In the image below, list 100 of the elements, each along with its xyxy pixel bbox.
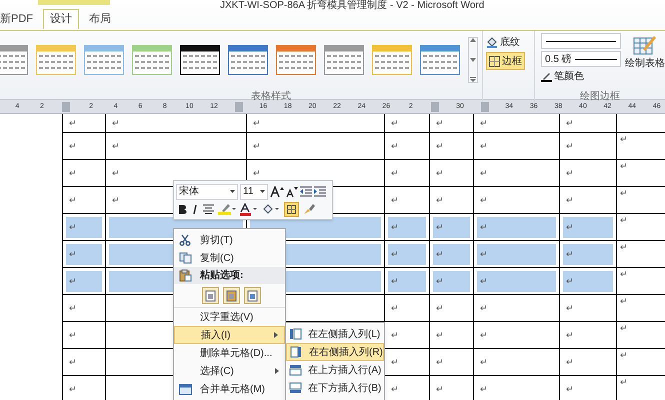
line-weight-dropdown[interactable]: 0.5 磅 <box>541 51 621 67</box>
grow-font-icon[interactable] <box>270 186 284 198</box>
row-end-mark: ↵ <box>620 351 628 362</box>
paragraph-mark: ↵ <box>436 168 444 178</box>
paste-option-button[interactable] <box>244 287 261 304</box>
menu-item[interactable]: 剪切(T) <box>174 231 285 249</box>
bold-icon[interactable] <box>178 204 187 214</box>
ribbon-tab[interactable]: 新PDF <box>0 9 39 29</box>
ribbon-tab[interactable]: 设计 <box>43 9 79 29</box>
paragraph-mark: ↵ <box>112 168 120 178</box>
paragraph-mark: ↵ <box>69 142 77 150</box>
table-style-thumbnail[interactable] <box>0 45 28 75</box>
paragraph-mark: ↵ <box>69 168 77 178</box>
format-painter-icon[interactable] <box>303 203 315 215</box>
table-style-thumbnail[interactable] <box>84 45 124 75</box>
paragraph-mark: ↵ <box>566 196 574 204</box>
menu-item[interactable]: 复制(C) <box>174 249 285 267</box>
font-color-icon[interactable] <box>240 202 258 216</box>
ribbon-tab[interactable]: 布局 <box>83 9 117 29</box>
ruler-marker[interactable] <box>62 102 70 112</box>
table-style-thumbnail[interactable] <box>276 45 316 75</box>
paragraph-mark: ↵ <box>391 196 399 204</box>
submenu-arrow-icon <box>274 332 278 338</box>
paragraph-mark: ↵ <box>436 118 444 128</box>
paragraph-mark: ↵ <box>69 384 77 394</box>
increase-indent-icon[interactable] <box>314 186 326 198</box>
paragraph-mark: ↵ <box>480 304 488 312</box>
center-align-icon[interactable] <box>203 204 214 214</box>
paragraph-mark: ↵ <box>480 168 488 178</box>
menu-item[interactable]: 选择(C) <box>174 362 285 380</box>
borders-toggle[interactable] <box>284 202 299 216</box>
table-style-thumbnail[interactable] <box>180 45 220 75</box>
pen-color-button[interactable]: 笔颜色 <box>541 69 621 83</box>
paragraph-mark: ↵ <box>112 196 120 204</box>
table-style-thumbnail[interactable] <box>228 45 268 75</box>
draw-table-button[interactable]: 绘制表格 <box>625 31 665 83</box>
dropdown-arrow-icon <box>230 190 235 193</box>
paragraph-mark: ↵ <box>69 330 77 340</box>
paragraph-mark: ↵ <box>566 358 574 366</box>
paste-option-button[interactable] <box>202 287 219 304</box>
group-label: 绘图边框 <box>580 91 620 102</box>
paste-options-header: 粘贴选项: <box>198 268 244 283</box>
contextual-tab-header <box>38 0 110 5</box>
paragraph-mark: ↵ <box>566 330 574 340</box>
border-icon <box>287 204 296 214</box>
paste-option-button[interactable] <box>223 287 240 304</box>
menu-item[interactable]: 在左侧插入列(L) <box>286 325 384 343</box>
paragraph-mark: ↵ <box>69 304 77 312</box>
menu-item[interactable]: 汉字重选(V) <box>174 308 285 326</box>
paragraph-mark: ↵ <box>436 196 444 204</box>
shading-icon[interactable] <box>262 203 280 215</box>
paragraph-mark: ↵ <box>566 250 574 258</box>
ruler-marker[interactable] <box>480 102 489 112</box>
shading-button[interactable]: 底纹 <box>486 34 520 50</box>
gallery-scroll[interactable] <box>468 37 478 83</box>
insert-column-right-icon <box>290 346 303 358</box>
paragraph-mark: ↵ <box>566 384 574 394</box>
paragraph-mark: ↵ <box>391 330 399 340</box>
border-button[interactable]: 边框 <box>486 52 526 70</box>
ruler-marker[interactable] <box>431 102 440 112</box>
decrease-indent-icon[interactable] <box>300 186 312 198</box>
paragraph-mark: ↵ <box>436 330 444 340</box>
menu-item[interactable]: 删除单元格(D)... <box>174 344 285 362</box>
paragraph-mark: ↵ <box>69 276 77 286</box>
menu-item[interactable]: 在下方插入行(B) <box>286 379 384 397</box>
scroll-down-icon <box>470 58 476 62</box>
paragraph-mark: ↵ <box>69 118 77 128</box>
paragraph-mark: ↵ <box>112 118 120 128</box>
paragraph-mark: ↵ <box>112 142 120 150</box>
font-dropdown[interactable]: 宋体 <box>176 184 238 200</box>
font-size-dropdown[interactable]: 11 <box>240 184 268 200</box>
paragraph-mark: ↵ <box>391 142 399 150</box>
scissors-icon <box>179 234 191 246</box>
line-style-dropdown[interactable] <box>541 33 621 49</box>
paragraph-mark: ↵ <box>436 384 444 394</box>
insert-row-above-icon <box>289 364 302 376</box>
row-end-mark: ↵ <box>620 216 628 227</box>
paint-bucket-icon <box>486 36 498 48</box>
row-end-mark: ↵ <box>620 270 628 281</box>
table-style-thumbnail[interactable] <box>420 45 460 75</box>
paragraph-mark: ↵ <box>436 222 444 232</box>
paragraph-mark: ↵ <box>391 222 399 232</box>
ruler-marker[interactable] <box>234 102 243 112</box>
paragraph-mark: ↵ <box>253 142 261 150</box>
paragraph-mark: ↵ <box>69 250 77 258</box>
table-style-thumbnail[interactable] <box>324 45 364 75</box>
menu-item[interactable]: 在右侧插入列(R) <box>286 343 384 361</box>
italic-icon[interactable] <box>191 204 199 214</box>
dropdown-arrow-icon <box>260 190 265 193</box>
group-label: 表格样式 <box>251 91 292 102</box>
paragraph-mark: ↵ <box>436 250 444 258</box>
paragraph-mark: ↵ <box>480 118 488 128</box>
paragraph-mark: ↵ <box>253 168 261 178</box>
menu-item[interactable]: 插入(I) <box>174 326 285 344</box>
paragraph-mark: ↵ <box>436 142 444 150</box>
shrink-font-icon[interactable] <box>286 186 298 198</box>
paragraph-mark: ↵ <box>69 196 77 204</box>
scroll-up-icon <box>470 38 476 42</box>
menu-item[interactable]: 合并单元格(M) <box>174 380 285 398</box>
menu-item[interactable]: 在上方插入行(A) <box>286 361 384 379</box>
